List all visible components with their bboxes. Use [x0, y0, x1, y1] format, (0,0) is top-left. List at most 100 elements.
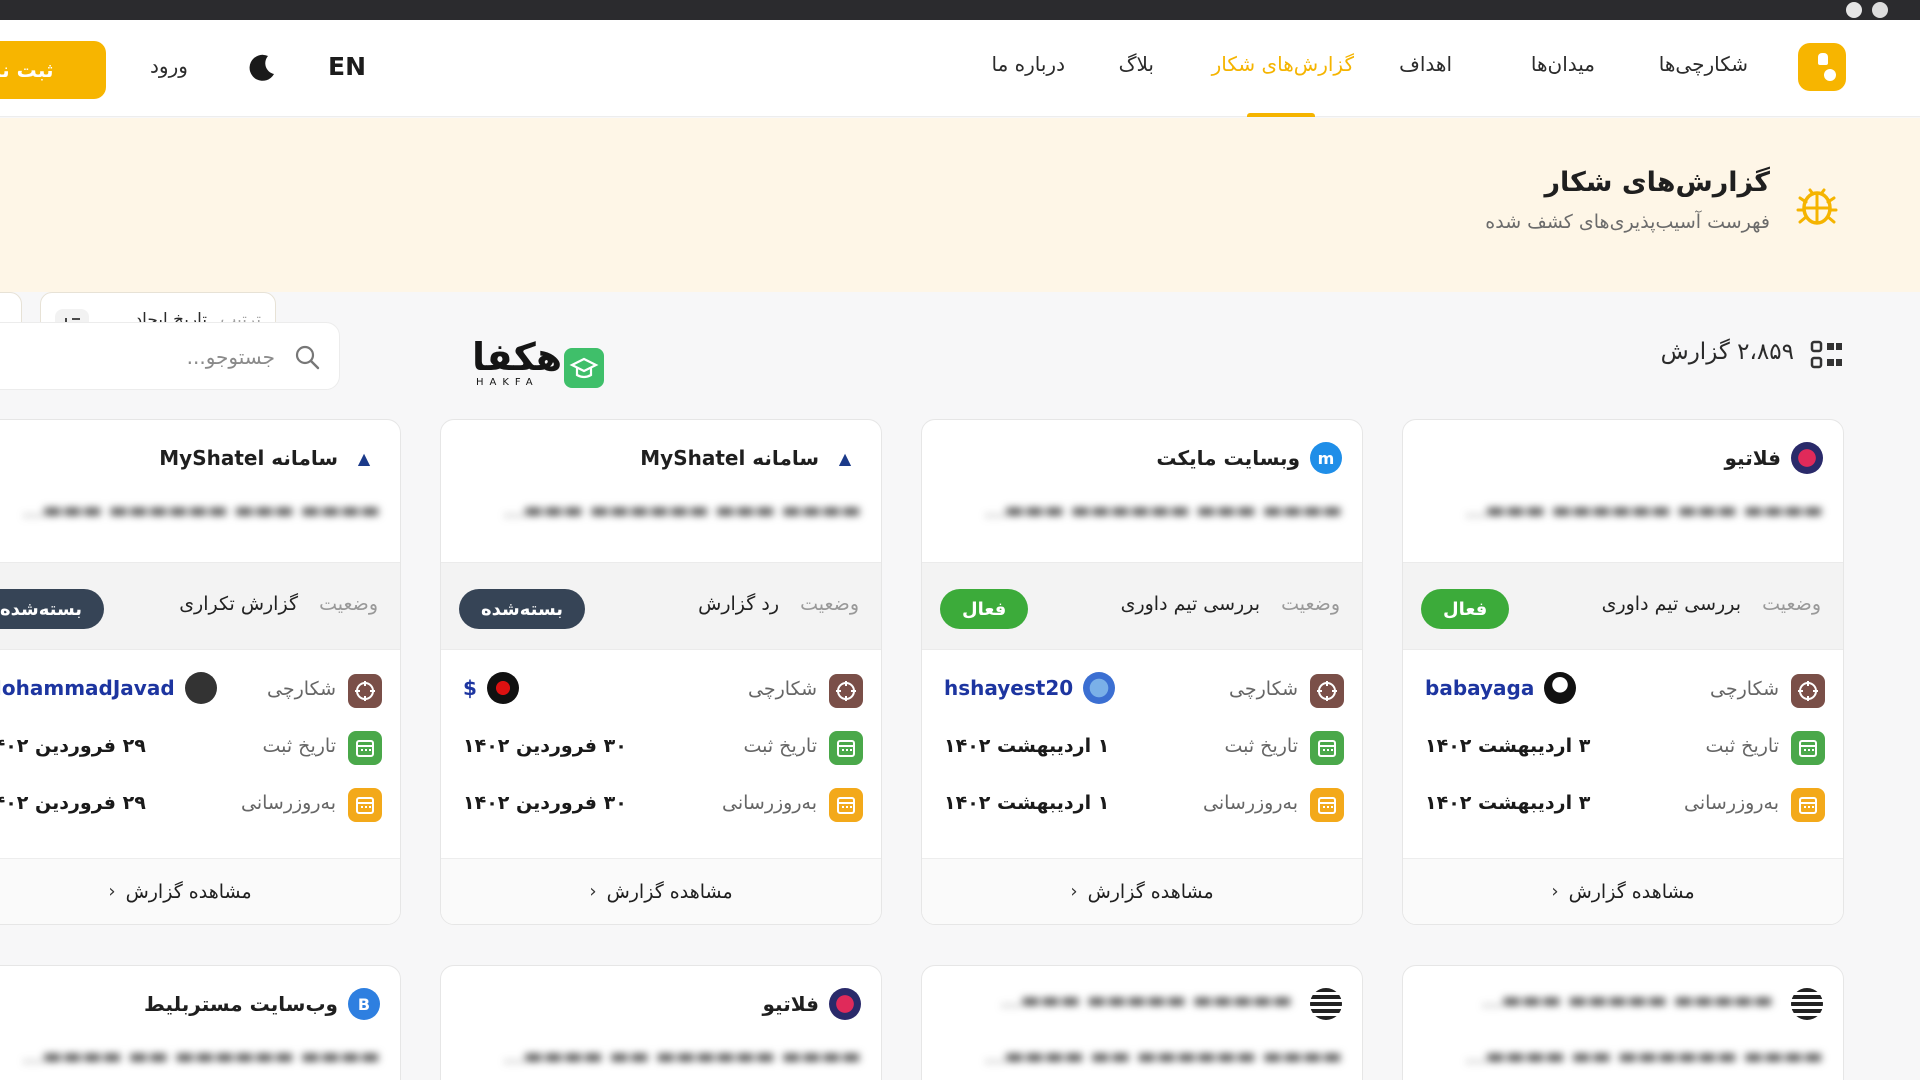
- report-card[interactable]: ▲ سامانه MyShatel ▬▬▬▬ ▬▬▬ ▬▬▬▬▬▬ ▬▬▬...…: [0, 419, 401, 925]
- shatel-icon: ▲: [838, 448, 852, 468]
- hunter-link[interactable]: babayaga: [1425, 672, 1577, 704]
- target-info[interactable]: ▲ سامانه MyShatel: [640, 442, 861, 474]
- target-info[interactable]: ▲ سامانه MyShatel: [159, 442, 380, 474]
- hunter-name: $: [463, 676, 477, 700]
- view-report-label: مشاهده گزارش: [606, 880, 733, 903]
- login-link[interactable]: ورود: [150, 54, 188, 78]
- updated-row: به‌روزرسانی ۳۰ فروردین ۱۴۰۲: [441, 784, 881, 824]
- shatel-icon: ▲: [357, 448, 371, 468]
- browser-control-icon[interactable]: [1846, 2, 1862, 18]
- card-header: فلاتیو ▬▬▬▬ ▬▬▬ ▬▬▬▬▬▬ ▬▬▬...: [1403, 420, 1843, 562]
- updated-date: ۱ اردیبهشت ۱۴۰۲: [944, 792, 1110, 814]
- hunter-name: MohammadJavad: [0, 676, 175, 700]
- target-name: سامانه MyShatel: [640, 446, 819, 470]
- sponsor-name: هکفا: [472, 335, 563, 379]
- status-label: وضعیت: [319, 593, 378, 615]
- created-row: تاریخ ثبت ۱ اردیبهشت ۱۴۰۲: [922, 727, 1362, 767]
- target-name: وب‌سایت مستربلیط: [144, 992, 338, 1016]
- masterbilit-icon: B: [348, 988, 380, 1020]
- updated-date: ۳ اردیبهشت ۱۴۰۲: [1425, 792, 1591, 814]
- calendar-icon: [348, 731, 382, 765]
- avatar: [1083, 672, 1116, 704]
- nav-fields[interactable]: میدان‌ها: [1531, 52, 1595, 76]
- report-card[interactable]: ▬▬▬▬▬ ▬▬▬▬▬ ▬▬▬... ▬▬▬▬ ▬▬▬▬▬▬ ▬▬ ▬▬▬▬..…: [921, 965, 1363, 1080]
- hunter-icon: [1310, 674, 1344, 708]
- top-navbar: شکارچی‌ها میدان‌ها اهداف گزارش‌های شکار …: [0, 20, 1920, 117]
- chevron-left-icon: ‹: [1551, 881, 1559, 902]
- view-report-button[interactable]: مشاهده گزارش ‹: [441, 858, 881, 924]
- created-row: تاریخ ثبت ۲۹ فروردین ۱۴۰۲: [0, 727, 400, 767]
- target-name-blurred: ▬▬▬▬▬ ▬▬▬▬▬ ▬▬▬...: [1481, 988, 1773, 1012]
- search-icon[interactable]: [293, 343, 321, 371]
- target-name: سامانه MyShatel: [159, 446, 338, 470]
- report-card[interactable]: B وب‌سایت مستربلیط ▬▬▬▬ ▬▬▬▬▬▬ ▬▬ ▬▬▬▬..…: [0, 965, 401, 1080]
- target-info[interactable]: B وب‌سایت مستربلیط: [144, 988, 380, 1020]
- calendar-icon: [1310, 731, 1344, 765]
- hunter-icon: [829, 674, 863, 708]
- created-label: تاریخ ثبت: [743, 735, 817, 757]
- nav-blog[interactable]: بلاگ: [1119, 52, 1154, 76]
- report-title-blurred: ▬▬▬▬ ▬▬▬▬▬▬ ▬▬ ▬▬▬▬...: [1465, 1044, 1823, 1068]
- created-row: تاریخ ثبت ۳ اردیبهشت ۱۴۰۲: [1403, 727, 1843, 767]
- nav-hunters[interactable]: شکارچی‌ها: [1659, 52, 1748, 76]
- target-name: فلاتیو: [1724, 446, 1782, 470]
- report-card[interactable]: m وبسایت مایکت ▬▬▬▬ ▬▬▬ ▬▬▬▬▬▬ ▬▬▬... وض…: [921, 419, 1363, 925]
- card-header: m وبسایت مایکت ▬▬▬▬ ▬▬▬ ▬▬▬▬▬▬ ▬▬▬...: [922, 420, 1362, 562]
- updated-date: ۲۹ فروردین ۱۴۰۲: [0, 792, 146, 814]
- hunter-row: شکارچی hshayest20: [922, 670, 1362, 710]
- chevron-left-icon: ‹: [108, 881, 116, 902]
- hunter-link[interactable]: hshayest20: [944, 672, 1116, 704]
- report-card[interactable]: فلاتیو ▬▬▬▬ ▬▬▬▬▬▬ ▬▬ ▬▬▬▬...: [440, 965, 882, 1080]
- target-info[interactable]: m وبسایت مایکت: [1156, 442, 1342, 474]
- hunter-link[interactable]: $: [463, 672, 519, 704]
- register-button[interactable]: ثبت نام: [0, 41, 106, 99]
- view-report-button[interactable]: مشاهده گزارش ‹: [0, 858, 400, 924]
- report-title-blurred: ▬▬▬▬ ▬▬▬▬▬▬ ▬▬ ▬▬▬▬...: [503, 1044, 861, 1068]
- hunter-link[interactable]: MohammadJavad: [0, 672, 217, 704]
- nav-targets[interactable]: اهداف: [1399, 52, 1452, 76]
- hunter-icon: [1791, 674, 1825, 708]
- created-label: تاریخ ثبت: [1705, 735, 1779, 757]
- status-row: وضعیت بررسی تیم داوری فعال: [922, 562, 1362, 650]
- card-header: ▲ سامانه MyShatel ▬▬▬▬ ▬▬▬ ▬▬▬▬▬▬ ▬▬▬...: [441, 420, 881, 562]
- status-value: بررسی تیم داوری: [1120, 593, 1260, 615]
- language-toggle[interactable]: EN: [328, 52, 366, 81]
- report-card[interactable]: فلاتیو ▬▬▬▬ ▬▬▬ ▬▬▬▬▬▬ ▬▬▬... وضعیت بررس…: [1402, 419, 1844, 925]
- report-card[interactable]: ▲ سامانه MyShatel ▬▬▬▬ ▬▬▬ ▬▬▬▬▬▬ ▬▬▬...…: [440, 419, 882, 925]
- view-report-button[interactable]: مشاهده گزارش ‹: [1403, 858, 1843, 924]
- striped-globe-icon: [1791, 988, 1823, 1020]
- report-title-blurred: ▬▬▬▬ ▬▬▬ ▬▬▬▬▬▬ ▬▬▬...: [1465, 498, 1823, 522]
- grid-icon: [1810, 340, 1842, 369]
- status-value: بررسی تیم داوری: [1601, 593, 1741, 615]
- target-info[interactable]: فلاتیو: [1724, 442, 1823, 474]
- calendar-icon: [829, 788, 863, 822]
- target-info[interactable]: [1300, 988, 1342, 1020]
- nav-about[interactable]: درباره ما: [991, 52, 1065, 76]
- report-card[interactable]: ▬▬▬▬▬ ▬▬▬▬▬ ▬▬▬... ▬▬▬▬ ▬▬▬▬▬▬ ▬▬ ▬▬▬▬..…: [1402, 965, 1844, 1080]
- target-info[interactable]: فلاتیو: [763, 988, 861, 1020]
- hunter-row: شکارچی babayaga: [1403, 670, 1843, 710]
- search-box: [0, 322, 340, 390]
- report-title-blurred: ▬▬▬▬ ▬▬▬▬▬▬ ▬▬ ▬▬▬▬...: [22, 1044, 380, 1068]
- status-badge: بسته‌شده: [0, 589, 105, 629]
- avatar: [486, 672, 519, 704]
- updated-label: به‌روزرسانی: [1202, 792, 1298, 814]
- sponsor-logo[interactable]: هکفا HAKFA: [472, 333, 607, 393]
- nav-reports[interactable]: گزارش‌های شکار: [1212, 52, 1354, 76]
- page-title: گزارش‌های شکار: [1544, 167, 1771, 198]
- status-label: وضعیت: [1762, 593, 1821, 615]
- search-input[interactable]: [25, 341, 275, 373]
- flatio-icon: [829, 988, 861, 1020]
- target-info[interactable]: [1781, 988, 1823, 1020]
- active-nav-indicator: [1247, 113, 1315, 117]
- status-value: رد گزارش: [698, 593, 779, 615]
- created-label: تاریخ ثبت: [262, 735, 336, 757]
- site-logo[interactable]: [1798, 43, 1846, 91]
- dark-mode-icon[interactable]: [246, 52, 278, 84]
- hunter-icon: [348, 674, 382, 708]
- profile-icon[interactable]: [1872, 2, 1888, 18]
- view-report-label: مشاهده گزارش: [1568, 880, 1695, 903]
- view-report-button[interactable]: مشاهده گزارش ‹: [922, 858, 1362, 924]
- target-name: وبسایت مایکت: [1156, 446, 1300, 470]
- report-title-blurred: ▬▬▬▬ ▬▬▬ ▬▬▬▬▬▬ ▬▬▬...: [984, 498, 1342, 522]
